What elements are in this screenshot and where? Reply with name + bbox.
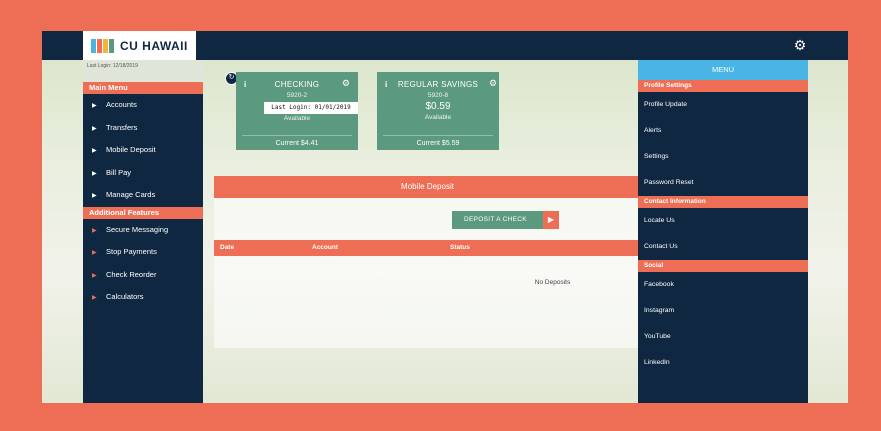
sidebar-item-calculators[interactable]: ▶ Calculators <box>83 286 203 309</box>
gear-icon[interactable]: ⚙ <box>342 78 350 89</box>
sidebar-item-mobile-deposit[interactable]: ▶ Mobile Deposit <box>83 139 203 162</box>
main-menu-header: Main Menu <box>83 82 203 94</box>
account-card-regular-savings[interactable]: i ⚙ REGULAR SAVINGS 5920-8 $0.59 Availab… <box>377 72 499 150</box>
sidebar-item-stop-payments[interactable]: ▶ Stop Payments <box>83 241 203 264</box>
account-available-label: Available <box>424 114 452 121</box>
menu-item-linkedin[interactable]: LinkedIn <box>638 350 808 376</box>
settings-gear-icon[interactable]: ⚙ <box>792 37 808 53</box>
sidebar-item-bill-pay[interactable]: ▶ Bill Pay <box>83 162 203 185</box>
account-available-label: Available <box>283 115 311 122</box>
top-bar: CU HAWAII ⚙ <box>42 31 848 60</box>
sidebar-item-accounts[interactable]: ▶ Accounts <box>83 94 203 117</box>
logo-mark-icon <box>91 38 114 53</box>
brand-name: CU HAWAII <box>120 38 188 53</box>
menu-section-profile-settings: Profile Settings <box>638 80 808 92</box>
account-title: CHECKING <box>274 80 320 89</box>
account-balance: $0.59 <box>425 101 451 112</box>
gear-icon[interactable]: ⚙ <box>489 78 497 89</box>
account-current-balance: Current $5.59 <box>383 135 493 147</box>
chevron-right-icon: ▶ <box>92 227 97 234</box>
menu-item-alerts[interactable]: Alerts <box>638 118 808 144</box>
menu-item-settings[interactable]: Settings <box>638 144 808 170</box>
sidebar-item-secure-messaging[interactable]: ▶ Secure Messaging <box>83 219 203 242</box>
menu-item-password-reset[interactable]: Password Reset <box>638 170 808 196</box>
account-current-balance: Current $4.41 <box>242 135 352 147</box>
chevron-right-icon: ▶ <box>92 148 97 154</box>
menu-section-contact-information: Contact Information <box>638 196 808 208</box>
sidebar-item-check-reorder[interactable]: ▶ Check Reorder <box>83 264 203 287</box>
app-screen: CU HAWAII ⚙ Last Login: 12/18/2019 Main … <box>42 31 848 403</box>
mobile-deposit-panel <box>214 198 641 348</box>
column-header-date[interactable]: Date <box>220 240 234 256</box>
menu-item-youtube[interactable]: YouTube <box>638 324 808 350</box>
brand-logo[interactable]: CU HAWAII <box>83 31 196 60</box>
deposits-table-header: Date Account Status <box>214 240 641 256</box>
sidebar: Last Login: 12/18/2019 Main Menu ▶ Accoun… <box>83 60 203 403</box>
menu-title: MENU <box>638 60 808 80</box>
menu-section-social: Social <box>638 260 808 272</box>
chevron-right-icon: ▶ <box>92 193 97 199</box>
menu-item-instagram[interactable]: Instagram <box>638 298 808 324</box>
right-menu-panel: MENU Profile Settings Profile Update Ale… <box>638 60 808 403</box>
sidebar-item-manage-cards[interactable]: ▶ Manage Cards <box>83 184 203 207</box>
column-header-status[interactable]: Status <box>450 240 470 256</box>
last-login-overlay: Last Login: 01/01/2019 <box>264 102 358 114</box>
info-icon[interactable]: i <box>385 80 387 89</box>
chevron-right-icon: ▶ <box>92 272 97 279</box>
empty-state-text: No Deposits <box>534 279 571 286</box>
chevron-right-icon: ▶ <box>92 103 97 109</box>
chevron-right-icon: ▶ <box>92 125 97 132</box>
info-icon[interactable]: i <box>244 80 246 89</box>
sidebar-item-transfers[interactable]: ▶ Transfers <box>83 117 203 140</box>
chevron-right-icon: ▶ <box>92 250 97 256</box>
menu-item-locate-us[interactable]: Locate Us <box>638 208 808 234</box>
menu-item-profile-update[interactable]: Profile Update <box>638 92 808 118</box>
account-number: 5920-8 <box>427 92 449 99</box>
play-arrow-icon[interactable]: ▶ <box>543 211 559 229</box>
last-login-small: Last Login: 12/18/2019 <box>83 60 203 82</box>
page-title: Mobile Deposit <box>214 176 641 198</box>
chevron-right-icon: ▶ <box>92 170 97 177</box>
account-title: REGULAR SAVINGS <box>397 80 479 89</box>
account-number: 5920-2 <box>286 92 308 99</box>
additional-features-header: Additional Features <box>83 206 203 219</box>
chevron-right-icon: ▶ <box>92 295 97 301</box>
menu-item-facebook[interactable]: Facebook <box>638 272 808 298</box>
column-header-account[interactable]: Account <box>312 240 338 256</box>
menu-item-contact-us[interactable]: Contact Us <box>638 234 808 260</box>
